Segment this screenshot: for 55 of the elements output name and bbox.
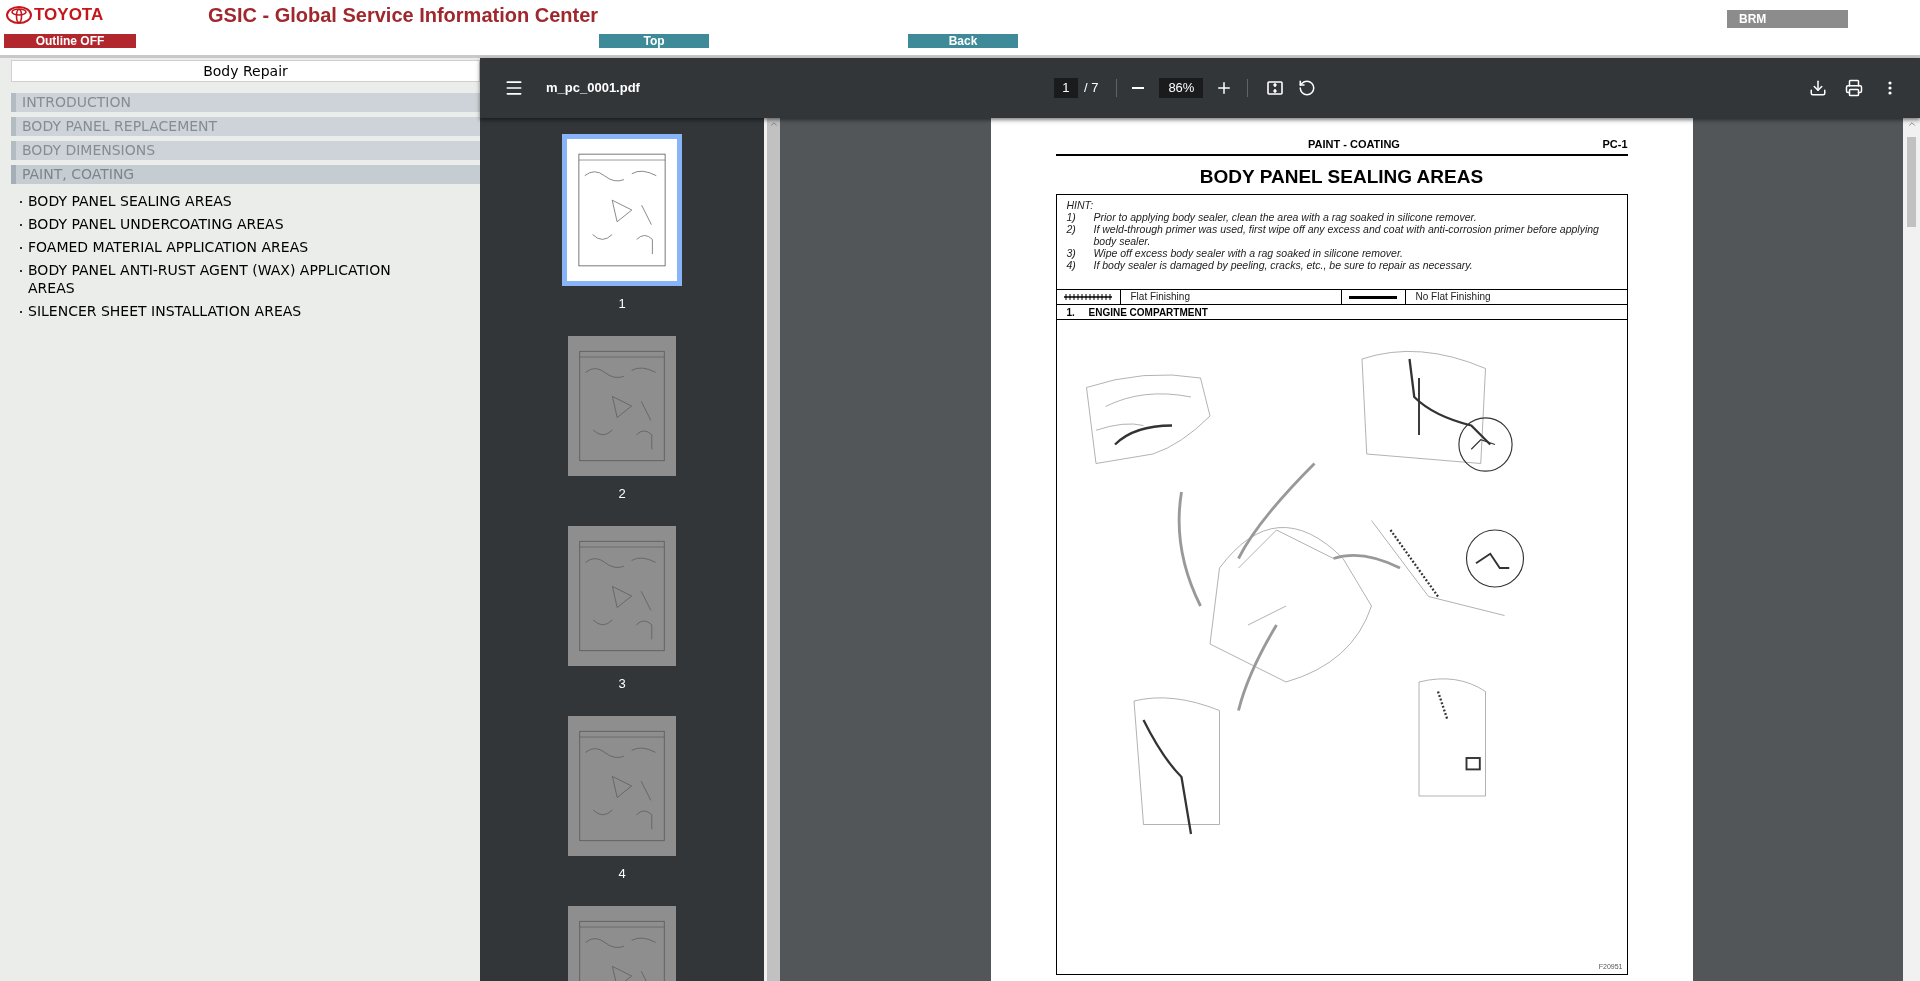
header-button[interactable]: Back: [908, 34, 1018, 48]
scroll-up-icon: [768, 119, 779, 129]
hint-number: 4): [1066, 259, 1077, 271]
code-label: BRM: [1727, 10, 1848, 28]
sidebar-link[interactable]: BODY PANEL UNDERCOATING AREAS: [28, 215, 284, 233]
hint-text: If body sealer is damaged by peeling, cracks, etc., be sure to repair as necessary.: [1093, 259, 1473, 271]
solid-line-icon: [1349, 295, 1397, 299]
sidebar-link[interactable]: SILENCER SHEET INSTALLATION AREAS: [28, 302, 302, 320]
sidebar-link[interactable]: FOAMED MATERIAL APPLICATION AREAS: [28, 238, 309, 256]
sidebar-title: Body Repair: [11, 60, 480, 82]
page-code: PC-1: [1602, 136, 1628, 152]
hint-number: 2): [1066, 223, 1077, 237]
scrollbar-thumb[interactable]: [1907, 137, 1916, 227]
app-title: GSIC - Global Service Information Center: [208, 3, 599, 27]
rotate-icon: [1298, 79, 1317, 97]
page-number: 3: [618, 676, 626, 692]
hint-text: Prior to applying body sealer, clean the area with a rag soaked in silicone remover.: [1093, 211, 1477, 223]
sidebar-link[interactable]: BODY PANEL SEALING AREAS: [28, 192, 232, 210]
hint-label: HINT:: [1066, 199, 1095, 211]
document-title: BODY PANEL SEALING AREAS: [1198, 166, 1485, 188]
step-title: ENGINE COMPARTMENT: [1088, 306, 1208, 319]
file-name: m_pc_0001.pdf: [546, 79, 640, 98]
scroll-up-icon: [1906, 119, 1917, 129]
page-thumbnail[interactable]: [568, 716, 676, 856]
hint-number: 3): [1066, 247, 1077, 259]
scrollbar[interactable]: [764, 118, 780, 981]
hint-text: Wipe off excess body sealer with a rag soaked in silicone remover.: [1093, 247, 1403, 259]
legend-label: No Flat Finishing: [1414, 290, 1492, 304]
page-number: 4: [618, 866, 626, 882]
sidebar-link[interactable]: BODY PANEL ANTI-RUST AGENT (WAX) APPLICATION AREAS: [28, 261, 430, 297]
minus-icon: [1132, 87, 1145, 89]
legend-label: Flat Finishing: [1120, 290, 1342, 304]
download-icon: [1809, 79, 1827, 97]
page-count: / 7: [1083, 79, 1099, 98]
page-input[interactable]: 1: [1053, 78, 1078, 98]
hint-number: 1): [1066, 211, 1077, 223]
header-button[interactable]: Top: [599, 34, 709, 48]
page-thumbnail[interactable]: [568, 526, 676, 666]
step-number: 1.: [1066, 306, 1076, 319]
menu-icon: [504, 78, 524, 98]
fit-page-icon: [1266, 79, 1285, 97]
brand-name: TOYOTA: [34, 5, 104, 25]
print-icon: [1845, 79, 1863, 97]
zoom-field[interactable]: 86%: [1159, 78, 1204, 98]
section-heading: PAINT - COATING: [1307, 136, 1401, 152]
page-number: 2: [618, 486, 626, 502]
header-button[interactable]: Outline OFF: [4, 34, 136, 48]
page-thumbnail[interactable]: [562, 134, 682, 286]
more-icon: [1888, 81, 1892, 95]
page-number: 1: [618, 296, 626, 312]
page-thumbnail[interactable]: [568, 336, 676, 476]
hatched-line-icon: [1064, 294, 1112, 300]
hint-text: If weld-through primer was used, first wipe off any excess and coat with anti-corrosion primer before applying body sealer.: [1093, 223, 1600, 247]
scrollbar[interactable]: [1903, 118, 1920, 981]
toyota-logo-icon: [6, 6, 32, 24]
